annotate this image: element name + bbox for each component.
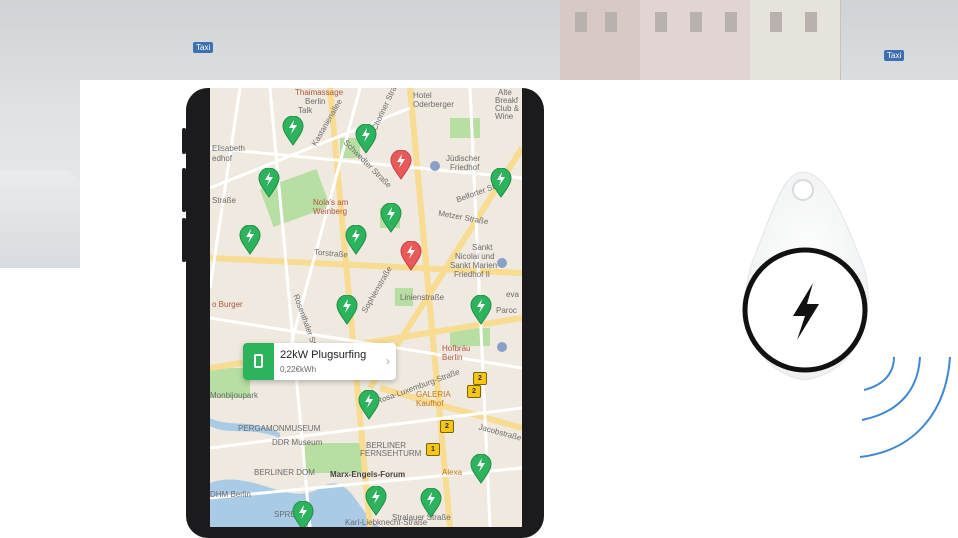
map-label: Elisabeth bbox=[212, 144, 245, 153]
phone-button bbox=[182, 218, 186, 262]
charger-pin-icon[interactable] bbox=[380, 203, 402, 233]
charger-pin-icon[interactable] bbox=[282, 116, 304, 146]
taxi-sign: Taxi bbox=[193, 42, 214, 53]
charger-pin-icon[interactable] bbox=[239, 225, 261, 255]
map-label: Sankt Marien bbox=[450, 261, 498, 270]
busy-charger-pin-icon[interactable] bbox=[400, 241, 422, 271]
charger-pin-icon[interactable] bbox=[345, 225, 367, 255]
window bbox=[690, 12, 702, 32]
window bbox=[770, 12, 782, 32]
window bbox=[575, 12, 587, 32]
phone-button bbox=[182, 128, 186, 154]
map-label: eva bbox=[506, 290, 519, 299]
window bbox=[805, 12, 817, 32]
map-label: Kaufhof bbox=[416, 399, 444, 408]
chevron-right-icon[interactable]: › bbox=[386, 354, 390, 368]
map-label: Oderberger bbox=[413, 100, 454, 109]
building bbox=[750, 0, 841, 80]
map-label: Marx-Engels-Forum bbox=[330, 470, 406, 479]
map-label: Weinberg bbox=[313, 207, 348, 216]
map-label: BERLINER DOM bbox=[254, 468, 315, 477]
map-label: o Burger bbox=[212, 300, 243, 309]
map-view[interactable]: Thaimassage Berlin Talk Hotel Oderberger… bbox=[210, 88, 522, 527]
charger-price: 0,22€kWh bbox=[280, 365, 317, 374]
charger-info-card[interactable]: 22kW Plugsurfing 0,22€kWh › bbox=[243, 343, 396, 380]
map-label: Nicolai und bbox=[455, 252, 495, 261]
map-label: Nola's am bbox=[313, 198, 349, 207]
charger-pin-icon[interactable] bbox=[490, 168, 512, 198]
charger-pin-icon[interactable] bbox=[336, 295, 358, 325]
charger-pin-icon[interactable] bbox=[470, 454, 492, 484]
map-label: Monbijoupark bbox=[210, 391, 259, 400]
charger-pin-icon[interactable] bbox=[358, 390, 380, 420]
map-label: Paroc bbox=[496, 306, 517, 315]
busy-charger-pin-icon[interactable] bbox=[390, 150, 412, 180]
map-label: Sankt bbox=[472, 243, 493, 252]
map-label: Karl-Liebknecht-Straße bbox=[345, 518, 428, 527]
phone-button bbox=[182, 168, 186, 212]
map-label: PERGAMONMUSEUM bbox=[238, 424, 321, 433]
map-label: Hotel bbox=[413, 91, 432, 100]
map-label: Alexa bbox=[442, 468, 463, 477]
charger-pin-icon[interactable] bbox=[355, 124, 377, 154]
window bbox=[655, 12, 667, 32]
map-label: Friedhof II bbox=[454, 270, 491, 279]
map-label: Linienstraße bbox=[400, 293, 445, 302]
nfc-waves-icon bbox=[856, 355, 956, 465]
transit-badge: 2 bbox=[467, 385, 481, 398]
charger-pin-icon[interactable] bbox=[292, 501, 314, 527]
window bbox=[605, 12, 617, 32]
car bbox=[0, 170, 80, 268]
map-label: Hofbräu bbox=[442, 344, 471, 353]
taxi-sign: Taxi bbox=[884, 50, 905, 61]
window bbox=[725, 12, 737, 32]
map-label: edhof bbox=[212, 154, 233, 163]
map-label: DDR Museum bbox=[272, 438, 323, 447]
charger-pin-icon[interactable] bbox=[470, 295, 492, 325]
rfid-charging-tag bbox=[733, 170, 883, 385]
map-label: GALERIA bbox=[416, 390, 451, 399]
phone-plug-icon bbox=[243, 343, 274, 380]
map-label: Wine bbox=[495, 112, 514, 121]
map-label: Berlin bbox=[305, 97, 326, 106]
building bbox=[560, 0, 641, 80]
transit-badge: 2 bbox=[440, 420, 454, 433]
map-label: Jüdischer bbox=[446, 154, 481, 163]
charger-pin-icon[interactable] bbox=[258, 168, 280, 198]
map-label: Berlin bbox=[442, 353, 463, 362]
map-label: DHM Berlin bbox=[210, 490, 251, 499]
charger-pin-icon[interactable] bbox=[365, 486, 387, 516]
transit-badge: 2 bbox=[473, 372, 487, 385]
charger-title: 22kW Plugsurfing bbox=[280, 349, 367, 361]
map-label: Friedhof bbox=[450, 163, 480, 172]
transit-badge: 1 bbox=[426, 443, 440, 456]
map-label: Talk bbox=[298, 106, 313, 115]
map-label: FERNSEHTURM bbox=[360, 449, 422, 458]
charger-pin-icon[interactable] bbox=[420, 488, 442, 518]
map-label: Straße bbox=[212, 196, 237, 205]
map-label: Thaimassage bbox=[295, 88, 344, 97]
